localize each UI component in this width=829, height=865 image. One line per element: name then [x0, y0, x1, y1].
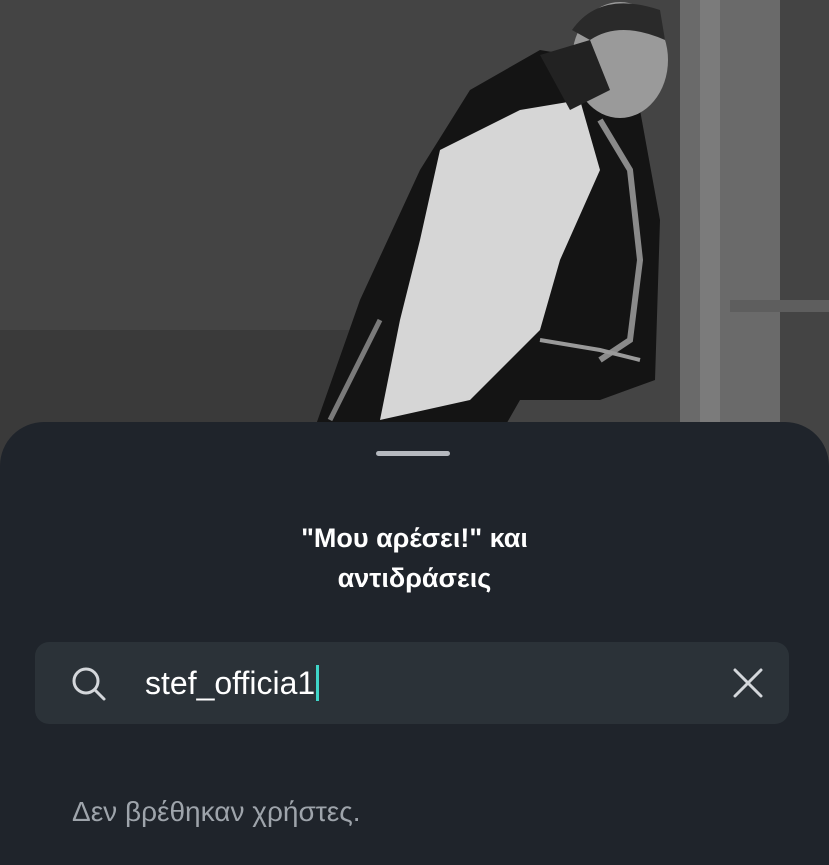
- search-input[interactable]: stef_officia1: [145, 662, 705, 704]
- text-caret: [316, 665, 320, 701]
- bottom-sheet: "Μου αρέσει!" και αντιδράσεις stef_offic…: [0, 422, 829, 865]
- search-bar[interactable]: stef_officia1: [35, 642, 789, 724]
- photo-illustration: [0, 0, 829, 470]
- clear-search-button[interactable]: [731, 666, 765, 700]
- close-icon: [733, 668, 763, 698]
- screen: "Μου αρέσει!" και αντιδράσεις stef_offic…: [0, 0, 829, 865]
- drag-handle[interactable]: [376, 451, 450, 456]
- search-input-value: stef_officia1: [145, 665, 316, 701]
- sheet-title: "Μου αρέσει!" και αντιδράσεις: [301, 523, 528, 593]
- search-icon: [69, 664, 109, 704]
- no-users-found-message: Δεν βρέθηκαν χρήστες.: [72, 796, 361, 827]
- background-photo: [0, 0, 829, 470]
